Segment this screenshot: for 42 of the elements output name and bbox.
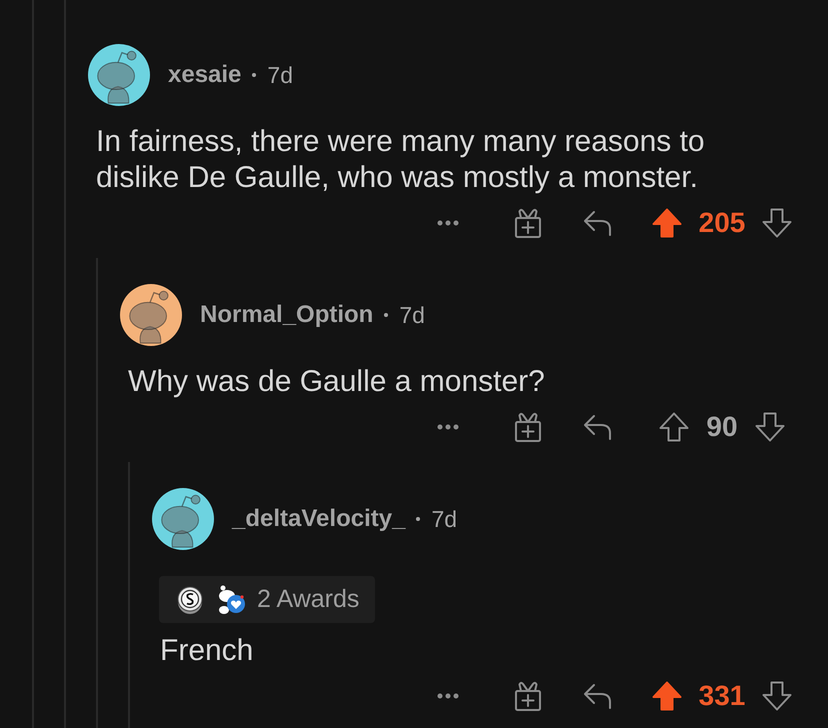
reply-button[interactable] [583, 210, 613, 236]
separator-dot-icon [252, 73, 256, 77]
comment-age: 7d [399, 302, 425, 328]
username-link[interactable]: _deltaVelocity_ [232, 505, 406, 533]
vote-score: 205 [698, 207, 746, 239]
award-button[interactable] [514, 207, 542, 239]
award-button[interactable] [514, 411, 542, 443]
more-button[interactable] [436, 693, 458, 699]
downvote-button[interactable] [762, 208, 792, 238]
downvote-button[interactable] [754, 412, 785, 442]
username-link[interactable]: Normal_Option [200, 301, 374, 329]
comment-text: In fairness, there were many many reasons to dislike De Gaulle, who was mostly a monster. [96, 124, 706, 196]
more-button[interactable] [436, 424, 458, 430]
more-icon [436, 220, 458, 226]
upvote-button[interactable] [652, 681, 682, 711]
more-icon [436, 693, 458, 699]
upvote-button[interactable] [659, 412, 690, 442]
separator-dot-icon [416, 517, 420, 521]
awards-badge[interactable]: 2 Awards [159, 576, 376, 623]
more-icon [436, 424, 458, 430]
comment-text: French [160, 633, 254, 669]
more-button[interactable] [436, 220, 458, 226]
comment-text: Why was de Gaulle a monster? [128, 364, 546, 400]
awards-count: 2 Awards [257, 585, 360, 614]
reply-button[interactable] [583, 683, 613, 709]
upvote-button[interactable] [652, 208, 682, 238]
vote-score: 331 [698, 680, 746, 712]
comment-age: 7d [431, 506, 458, 532]
reply-arrow-icon [583, 683, 613, 709]
gift-icon [514, 207, 542, 239]
username-link[interactable]: xesaie [168, 61, 242, 89]
gift-icon [514, 411, 542, 443]
comment-age: 7d [267, 62, 293, 88]
vote-score: 90 [706, 411, 738, 443]
award-button[interactable] [514, 680, 542, 712]
reply-arrow-icon [583, 414, 613, 440]
gift-icon [514, 680, 542, 712]
reply-arrow-icon [583, 210, 613, 236]
coin-icon [175, 584, 205, 614]
separator-dot-icon [384, 313, 388, 317]
downvote-button[interactable] [762, 681, 792, 711]
reply-button[interactable] [583, 414, 613, 440]
